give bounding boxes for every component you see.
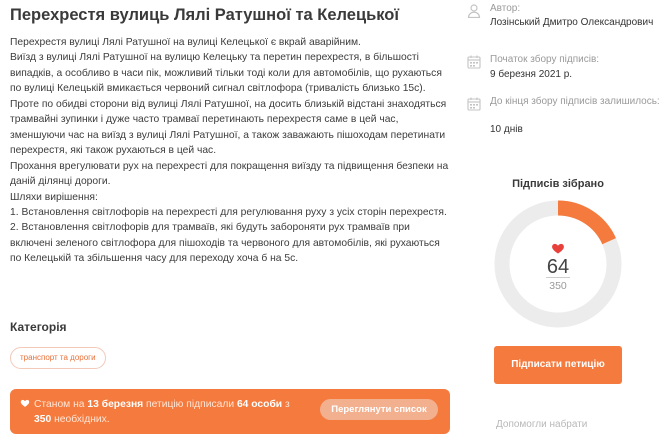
calendar-icon (467, 55, 481, 69)
signature-status-banner: Станом на 13 березня петицію підписали 6… (10, 389, 450, 434)
petition-paragraph: 2. Встановлення світлофорів для трамваїв… (10, 222, 440, 265)
sign-petition-button[interactable]: Підписати петицію (494, 346, 622, 384)
author-name: Лозінський Дмитро Олександрович (490, 17, 654, 28)
category-tag[interactable]: транспорт та дороги (10, 347, 106, 369)
petition-paragraph: Шляхи вирішення: (10, 191, 98, 203)
start-date-info: Початок збору підписів: 9 березня 2021 р… (467, 54, 657, 84)
end-date-value: 10 днів (490, 124, 523, 135)
view-signers-button[interactable]: Переглянути список (320, 399, 438, 420)
user-icon (467, 4, 481, 18)
status-prefix: Станом на (34, 399, 85, 410)
petition-paragraph: Виїзд з вулиці Лялі Ратушної на вулицю К… (10, 52, 447, 157)
petition-paragraph: 1. Встановлення світлофорів на перехрест… (10, 206, 447, 218)
status-connector: з (285, 399, 290, 410)
heart-icon (20, 399, 30, 407)
heart-icon (552, 243, 564, 254)
status-count: 64 особи (236, 399, 283, 410)
category-heading: Категорія (10, 320, 67, 334)
goal-count: 350 (549, 280, 567, 292)
status-middle: петицію підписали (146, 399, 235, 410)
author-info: Автор: Лозінський Дмитро Олександрович (467, 3, 657, 43)
end-date-info: До кінця збору підписів залишилось: 10 д… (467, 96, 660, 141)
helpers-heading: Допомогли набрати (496, 419, 588, 430)
signature-status-text: Станом на 13 березня петицію підписали 6… (34, 397, 304, 427)
calendar-icon (467, 97, 481, 111)
signatures-heading: Підписів зібрано (512, 178, 604, 190)
end-date-label: До кінця збору підписів залишилось: (490, 96, 660, 107)
status-date: 13 березня (87, 399, 144, 410)
petition-title: Перехрестя вулиць Лялі Ратушної та Келец… (10, 6, 400, 24)
petition-paragraph: Прохання врегулювати рух на перехресті д… (10, 160, 449, 188)
author-label: Автор: (490, 3, 521, 14)
start-date-value: 9 березня 2021 р. (490, 69, 573, 80)
petition-paragraph: Перехрестя вулиці Лялі Ратушної на вулиц… (10, 37, 361, 48)
status-suffix: необхідних. (54, 414, 110, 425)
petition-body: Перехрестя вулиці Лялі Ратушної на вулиц… (10, 35, 450, 267)
signature-progress-gauge: 64 350 (494, 200, 622, 328)
signed-count: 64 (547, 256, 569, 278)
start-date-label: Початок збору підписів: (490, 54, 600, 65)
status-needed: 350 (34, 414, 52, 425)
